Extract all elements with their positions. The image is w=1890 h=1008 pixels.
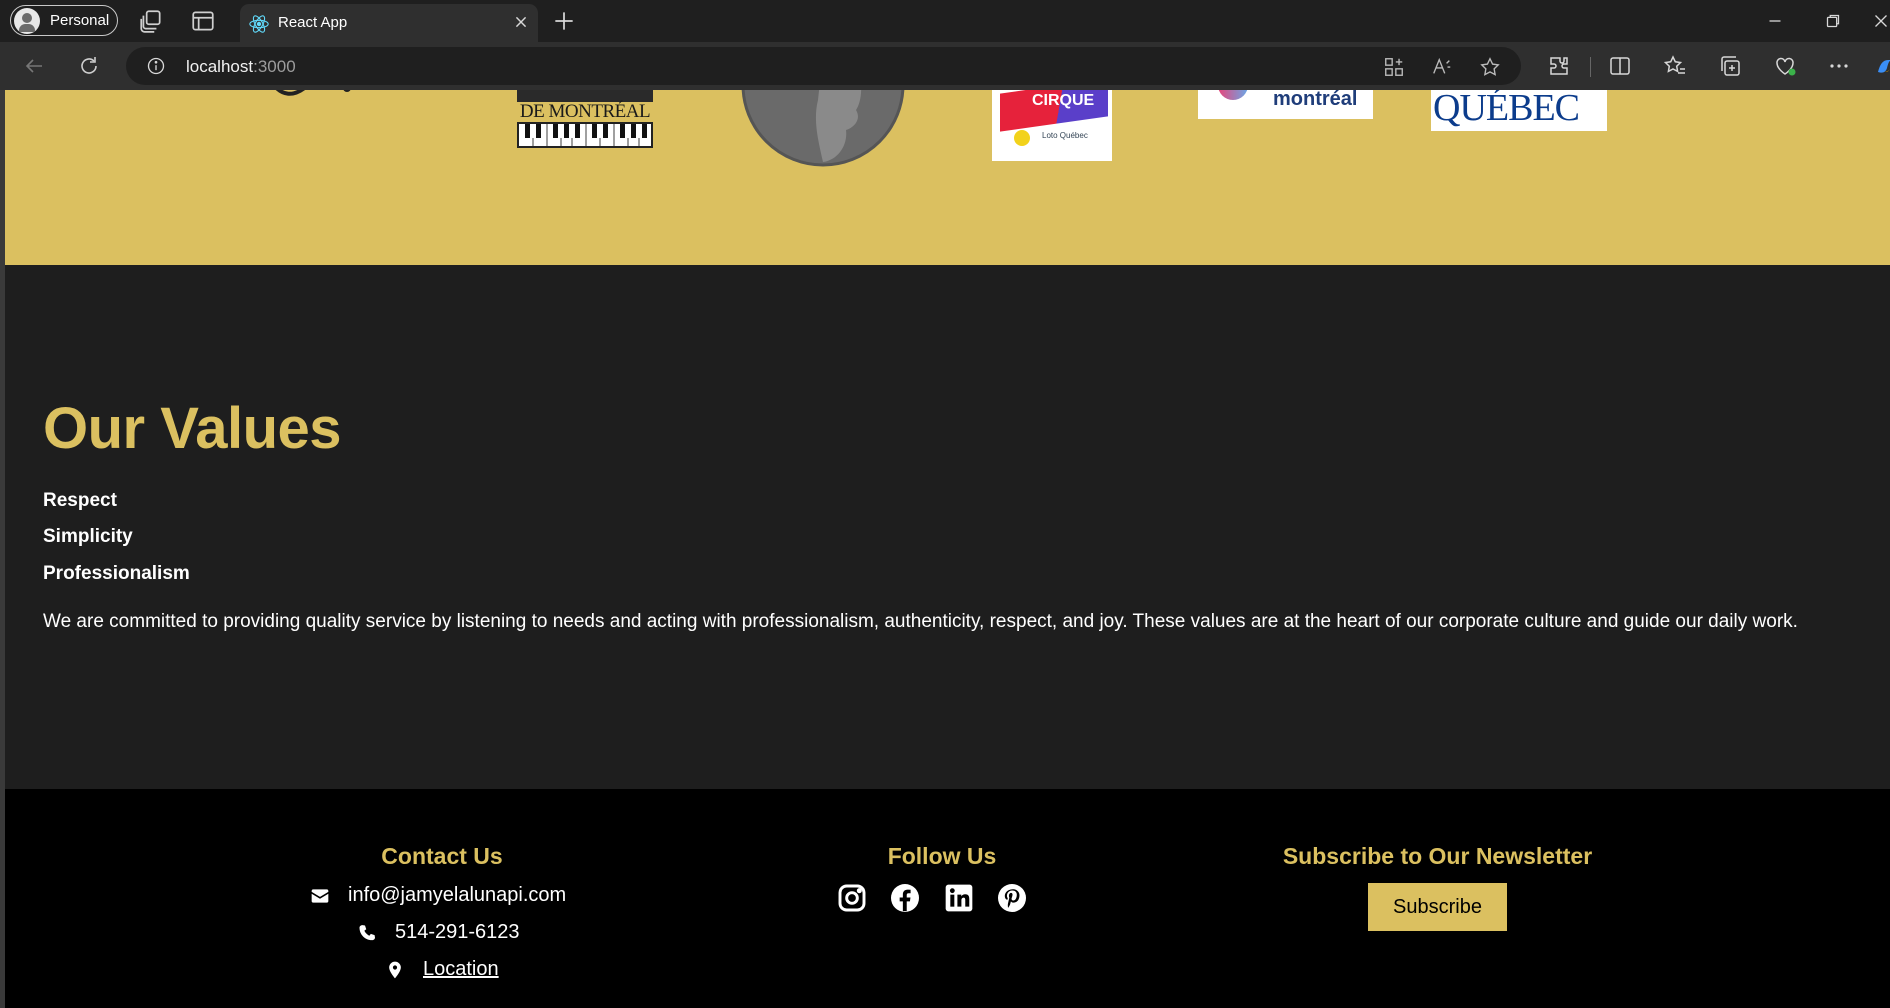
sponsor-logo-partial [275,90,351,96]
minimize-icon[interactable] [1764,10,1786,32]
value-item-professionalism: Professionalism [43,563,190,584]
linkedin-icon[interactable] [943,882,975,914]
workspaces-icon[interactable] [138,8,164,34]
avatar [14,7,40,34]
back-icon[interactable] [22,54,46,78]
app-available-icon[interactable] [1383,56,1405,78]
value-item-respect: Respect [43,490,117,511]
window-close-icon[interactable] [1870,10,1890,32]
sponsor-logo-silhouette [741,90,905,167]
favorite-star-icon[interactable] [1479,56,1501,78]
react-icon [249,15,269,33]
refresh-icon[interactable] [77,54,101,78]
map-pin-icon [389,961,401,978]
split-screen-icon[interactable] [1608,54,1632,78]
sponsor-logo-quebec: QUÉBEC [1431,90,1607,131]
contact-location-row[interactable]: Location [385,958,499,981]
info-icon[interactable] [146,56,166,76]
sponsor-logo-cirque: CIRQUE Loto Québec [992,90,1112,161]
favorites-icon[interactable] [1663,54,1687,78]
copilot-icon[interactable] [1874,54,1890,78]
sponsor-logo-montreal: montréal [1198,90,1373,119]
contact-email-row[interactable]: info@jamyelalunapi.com [310,884,566,907]
sponsor-logo-piano: DE MONTRÉAL [517,90,653,148]
collections-icon[interactable] [1718,54,1742,78]
page-viewport: DE MONTRÉAL CIRQUE Loto Québec montréal … [0,90,1890,1008]
read-aloud-icon[interactable] [1431,56,1453,78]
values-heading: Our Values [43,396,342,461]
location-link[interactable]: Location [423,958,499,981]
browser-titlebar: Personal React App [0,0,1890,42]
new-tab-icon[interactable] [551,8,577,34]
profile-button[interactable]: Personal [10,5,118,36]
contact-email: info@jamyelalunapi.com [348,884,567,906]
contact-heading: Contact Us [381,843,503,869]
follow-heading: Follow Us [887,843,997,869]
toolbar-separator [1590,57,1591,77]
facebook-icon[interactable] [889,882,921,914]
instagram-icon[interactable] [836,882,868,914]
values-description: We are committed to providing quality se… [43,611,1798,632]
page-left-edge [0,90,5,1008]
site-footer: Contact Us info@jamyelalunapi.com 514-29… [5,789,1890,1008]
tab-react-app[interactable]: React App [240,4,538,42]
tab-actions-icon[interactable] [190,8,216,34]
contact-phone-row[interactable]: 514-291-6123 [357,921,520,944]
browser-toolbar: localhost:3000 [0,42,1890,90]
extensions-icon[interactable] [1547,54,1571,78]
subscribe-button[interactable]: Subscribe [1368,883,1507,931]
restore-icon[interactable] [1822,10,1844,32]
address-bar[interactable]: localhost:3000 [126,47,1521,85]
values-section: Our Values Respect Simplicity Profession… [5,265,1890,789]
url-text: localhost:3000 [186,57,296,76]
phone-icon [359,924,375,940]
contact-phone: 514-291-6123 [395,921,520,943]
pinterest-icon[interactable] [996,882,1028,914]
newsletter-heading: Subscribe to Our Newsletter [1282,843,1593,869]
profile-label: Personal [50,12,110,29]
tab-title: React App [278,14,348,31]
browser-essentials-icon[interactable] [1773,54,1797,78]
envelope-icon [311,888,329,903]
more-options-icon[interactable] [1827,54,1851,78]
close-icon[interactable] [510,11,532,33]
sponsors-section: DE MONTRÉAL CIRQUE Loto Québec montréal … [5,90,1890,265]
value-item-simplicity: Simplicity [43,526,133,547]
